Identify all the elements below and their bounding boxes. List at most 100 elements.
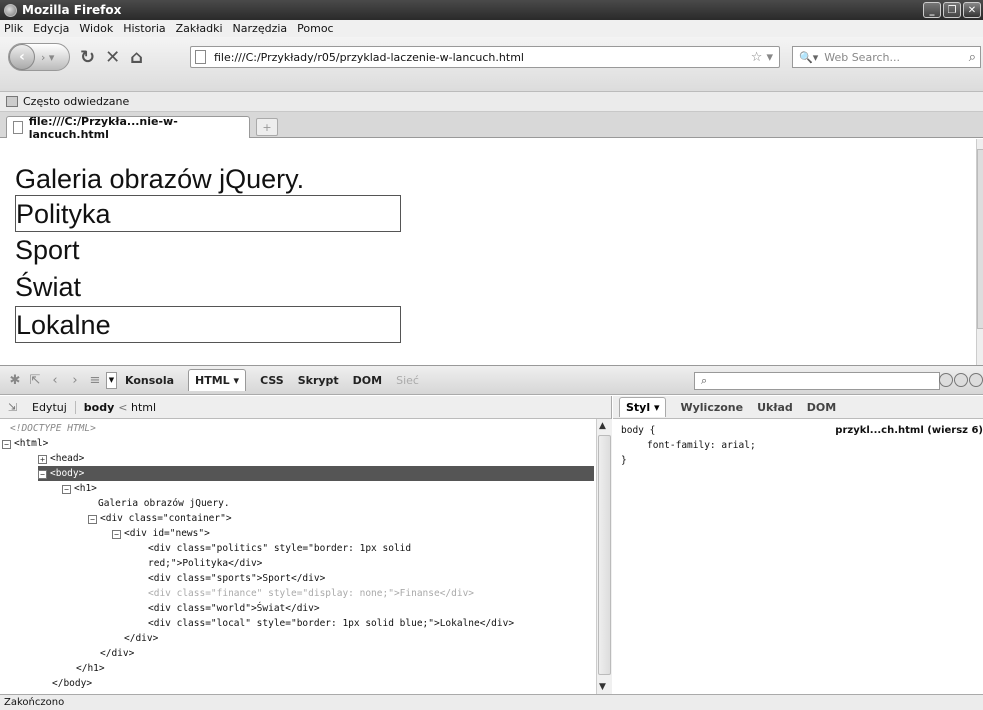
status-text: Zakończono [4,697,65,708]
collapse-icon[interactable]: − [88,515,97,524]
news-list: Polityka Sport Świat Lokalne [15,195,976,343]
close-button[interactable]: ✕ [963,2,981,18]
forward-icon[interactable]: › [66,373,84,388]
new-tab-button[interactable]: + [256,118,278,136]
collapse-icon[interactable]: − [38,470,47,479]
scrollbar-thumb[interactable] [598,435,611,675]
news-item-local: Lokalne [15,306,401,343]
style-panel: Styl ▾ Wyliczone Układ DOM body { font-f… [613,396,983,694]
tree-node-finance[interactable]: <div class="finance" style="display: non… [148,586,474,601]
tab-css[interactable]: CSS [260,374,284,387]
tab-dom[interactable]: DOM [807,401,836,414]
collapse-icon[interactable]: − [62,485,71,494]
breadcrumb-parent[interactable]: html [131,401,156,414]
tab-skrypt[interactable]: Skrypt [298,374,339,387]
style-tabs: Styl ▾ Wyliczone Układ DOM [613,396,983,419]
page-icon [195,50,206,64]
breadcrumb-current[interactable]: body [84,401,114,414]
firebug-close-button[interactable] [969,373,983,387]
dom-tree: <!DOCTYPE HTML> − <html> + <head> − <body> … [0,419,596,694]
menu-historia[interactable]: Historia [123,22,165,35]
tree-line: red;">Polityka</div> [148,558,263,569]
url-bar[interactable]: file:///C:/Przykłady/r05/przyklad-laczen… [190,46,780,68]
url-text: file:///C:/Przykłady/r05/przyklad-laczen… [214,50,524,64]
tree-node-html[interactable]: − <html> [2,436,48,451]
stop-icon[interactable]: ✕ [105,47,120,68]
reload-icon[interactable]: ↻ [80,47,95,68]
tree-node-news[interactable]: − <div id="news"> [112,526,210,541]
maximize-button[interactable]: ❐ [943,2,961,18]
menu-pomoc[interactable]: Pomoc [297,22,333,35]
breadcrumb: ⇲ Edytuj body < html [0,396,611,419]
page-content: Galeria obrazów jQuery. Polityka Sport Ś… [0,139,976,365]
tab-konsola[interactable]: Konsola [125,374,174,387]
tree-line: <!DOCTYPE HTML> [10,423,96,434]
search-engine-icon[interactable]: 🔍▾ [799,51,818,64]
home-icon[interactable]: ⌂ [130,47,143,68]
css-source-link[interactable]: przykl...ch.html (wiersz 6) [835,423,983,438]
scroll-up-icon[interactable]: ▲ [599,421,606,431]
forward-button[interactable]: › ▾ [41,51,54,64]
menu-plik[interactable]: Plik [4,22,23,35]
tree-node-world[interactable]: <div class="world">Świat</div> [148,601,320,616]
search-icon: ⌕ [701,374,708,387]
breadcrumb-separator: < [118,400,131,414]
tree-node-local[interactable]: <div class="local" style="border: 1px so… [148,616,514,631]
tab-styl[interactable]: Styl ▾ [619,397,667,417]
tab-html[interactable]: HTML ▾ [188,369,247,391]
tree-node-politics[interactable]: <div class="politics" style="border: 1px… [148,541,411,556]
tree-close-tag: </div> [100,648,135,659]
bookmark-item[interactable]: Często odwiedzane [23,95,129,108]
tab-title: file:///C:/Przykła...nie-w-lancuch.html [28,114,178,141]
tree-node-sports[interactable]: <div class="sports">Sport</div> [148,571,325,586]
firebug-icon[interactable]: ✱ [6,373,24,388]
news-item-sports: Sport [15,235,80,265]
scrollbar-thumb[interactable] [977,149,983,329]
tab-siec[interactable]: Sieć [396,374,419,387]
css-property[interactable]: font-family: arial; [621,438,975,453]
tab-uklad[interactable]: Układ [757,401,793,414]
tab-dom[interactable]: DOM [353,374,382,387]
tree-close-tag: </body> [52,678,93,689]
firebug-minimize-button[interactable] [939,373,953,387]
inspect-element-icon[interactable]: ⇲ [8,401,24,414]
back-button[interactable]: ‹ [9,44,35,70]
firebug-detach-button[interactable] [954,373,968,387]
bookmark-star-icon[interactable]: ☆ ▾ [751,50,773,65]
collapse-icon[interactable]: − [112,530,121,539]
web-search-box[interactable]: 🔍▾ Web Search... ⌕ [792,46,981,68]
minimize-button[interactable]: _ [923,2,941,18]
window-titlebar: Mozilla Firefox _ ❐ ✕ [0,0,983,20]
html-panel: ⇲ Edytuj body < html <!DOCTYPE HTML> − <h… [0,396,612,694]
collapse-icon[interactable]: − [2,440,11,449]
tree-node-head[interactable]: + <head> [38,451,84,466]
menu-edycja[interactable]: Edycja [33,22,69,35]
tree-node-body-selected[interactable]: − <body> [38,466,594,481]
tree-node-container[interactable]: − <div class="container"> [88,511,232,526]
menu-widok[interactable]: Widok [79,22,113,35]
bookmark-folder-icon [6,96,18,107]
page-scrollbar[interactable] [976,139,983,365]
tree-node-h1[interactable]: − <h1> [62,481,97,496]
tree-scrollbar[interactable]: ▲ ▼ [596,419,612,694]
menu-zakladki[interactable]: Zakładki [176,22,223,35]
inspect-icon[interactable]: ⇱ [26,373,44,388]
back-icon[interactable]: ‹ [46,373,64,388]
tab-current[interactable]: file:///C:/Przykła...nie-w-lancuch.html [6,114,250,141]
expand-icon[interactable]: + [38,455,47,464]
edit-button[interactable]: Edytuj [32,400,76,414]
back-forward-group: ‹ › ▾ [8,43,70,71]
scroll-down-icon[interactable]: ▼ [599,682,606,692]
search-icon[interactable]: ⌕ [969,50,976,65]
menu-icon[interactable]: ≡ [86,373,104,388]
tree-close-tag: </div> [124,633,159,644]
dropdown-arrow-icon[interactable]: ▼ [106,371,117,389]
tree-text: Galeria obrazów jQuery. [98,498,230,509]
page-heading: Galeria obrazów jQuery. [15,164,305,194]
status-bar: Zakończono [0,694,983,710]
firebug-search-input[interactable]: ⌕ [694,372,940,390]
menu-narzedzia[interactable]: Narzędzia [233,22,288,35]
tab-wyliczone[interactable]: Wyliczone [680,401,743,414]
bookmarks-toolbar: Często odwiedzane [0,92,983,112]
tree-close-tag: </h1> [76,663,105,674]
